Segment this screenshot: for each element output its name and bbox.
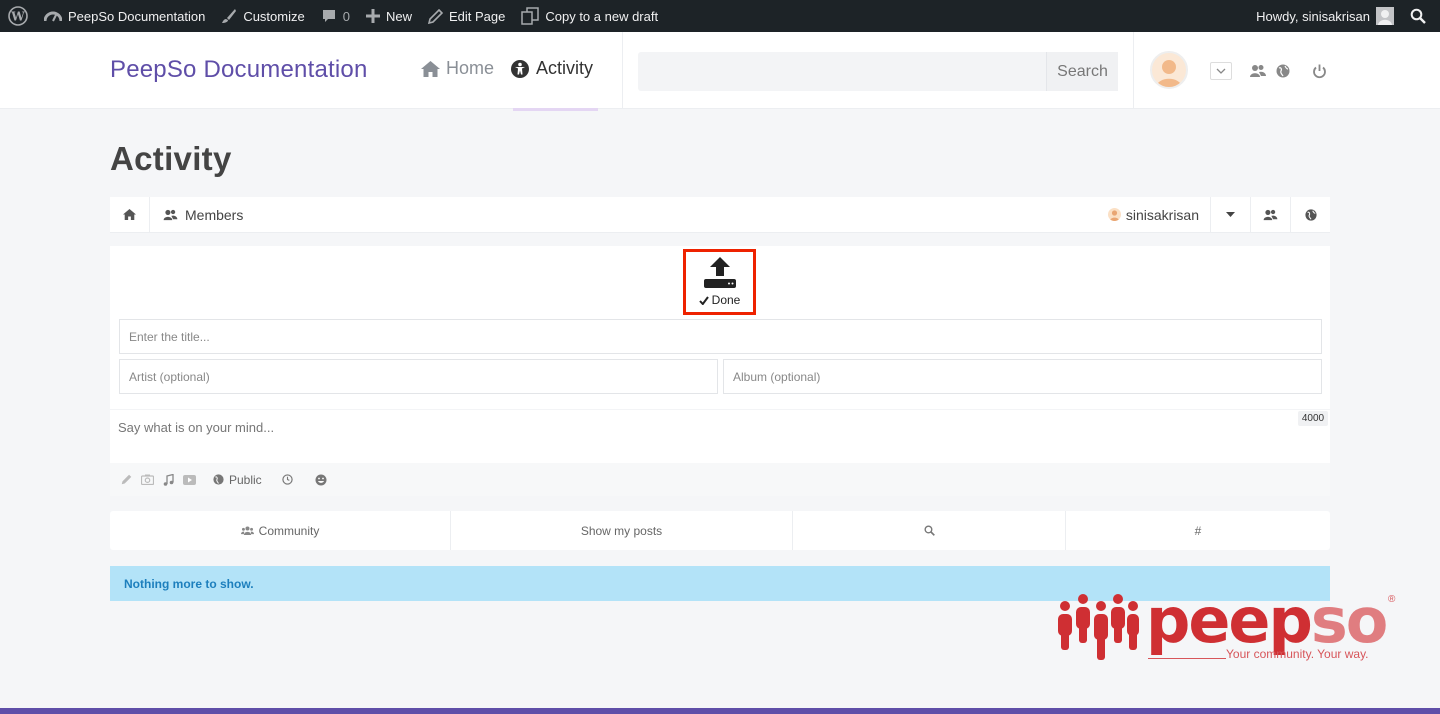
search-input[interactable] [638, 52, 1046, 91]
admin-copy-draft-link[interactable]: Copy to a new draft [513, 0, 666, 32]
search-box: Search [638, 52, 1118, 91]
privacy-selector[interactable]: Public [213, 473, 262, 487]
members-icon [163, 209, 178, 220]
artist-input[interactable] [119, 359, 718, 394]
upload-done-status: Done [698, 293, 741, 307]
footer-bar [0, 708, 1440, 714]
admin-edit-page-link[interactable]: Edit Page [420, 0, 513, 32]
registered-mark: ® [1388, 594, 1396, 605]
globe-icon [213, 474, 224, 485]
ps-nav-profile[interactable]: sinisakrisan [1107, 197, 1210, 233]
admin-copy-draft-label: Copy to a new draft [545, 8, 659, 24]
filter-community-label: Community [258, 523, 320, 538]
search-button[interactable]: Search [1046, 52, 1118, 91]
search-icon [923, 525, 935, 536]
admin-search-icon[interactable] [1402, 0, 1440, 32]
privacy-label: Public [229, 472, 262, 487]
logo-rule [1148, 658, 1226, 659]
postbox-toolbar: Public [110, 463, 1330, 496]
svg-text:W: W [10, 10, 25, 24]
chevron-down-icon [1216, 68, 1226, 74]
ps-nav-dropdown[interactable] [1210, 196, 1250, 233]
filter-community[interactable]: Community [110, 511, 451, 550]
user-menu-dropdown[interactable] [1210, 62, 1232, 80]
admin-site-name-link[interactable]: PeepSo Documentation [36, 0, 213, 32]
admin-account-menu[interactable]: Howdy, sinisakrisan [1248, 0, 1402, 32]
upload-done-label: Done [711, 293, 741, 307]
nav-activity-label: Activity [536, 58, 594, 78]
pencil-icon [427, 8, 443, 24]
admin-howdy-label: Howdy, sinisakrisan [1256, 8, 1370, 24]
admin-site-name: PeepSo Documentation [68, 8, 206, 24]
ps-nav-username: sinisakrisan [1125, 206, 1199, 223]
friends-icon [1263, 209, 1278, 220]
site-header: PeepSo Documentation Home Activity Searc… [0, 32, 1440, 111]
music-icon[interactable] [161, 473, 175, 487]
admin-bar: W PeepSo Documentation Customize 0 New E… [0, 0, 1440, 32]
power-icon[interactable] [1310, 62, 1328, 80]
upload-icon [703, 257, 736, 288]
filter-show-my-posts-label: Show my posts [580, 523, 663, 538]
camera-icon[interactable] [140, 473, 154, 487]
copy-icon [521, 7, 540, 25]
char-counter: 4000 [1298, 411, 1328, 426]
ps-nav-friends[interactable] [1250, 196, 1290, 233]
admin-avatar [1376, 7, 1394, 25]
filter-show-my-posts[interactable]: Show my posts [451, 511, 793, 550]
peepso-people-logo-icon [1058, 594, 1139, 660]
nav-activity[interactable]: Activity [510, 58, 593, 79]
clock-icon[interactable] [281, 473, 295, 487]
ps-nav-notifications[interactable] [1290, 196, 1330, 233]
ps-nav-members[interactable]: Members [150, 197, 243, 233]
postbox: Done Say what is on your mind... 4000 Pu… [110, 246, 1330, 496]
emoji-icon[interactable] [314, 473, 328, 487]
filter-search[interactable] [793, 511, 1066, 550]
plus-icon [365, 9, 380, 23]
user-avatar[interactable] [1150, 51, 1188, 89]
globe-icon[interactable] [1274, 62, 1292, 80]
filter-hashtag-label: # [1194, 523, 1202, 538]
logo-tagline: Your community. Your way. [1226, 647, 1369, 661]
stream-filters: Community Show my posts # [110, 511, 1330, 550]
filter-hashtag[interactable]: # [1066, 511, 1330, 550]
dashboard-icon [44, 11, 62, 22]
page-title: Activity [110, 140, 232, 177]
postbox-divider [110, 409, 1330, 410]
home-icon [123, 209, 136, 220]
admin-comments-link[interactable]: 0 [313, 0, 358, 32]
nav-home-label: Home [446, 58, 495, 78]
album-input[interactable] [723, 359, 1322, 394]
friends-icon[interactable] [1249, 62, 1267, 80]
brush-icon [222, 9, 237, 23]
status-pencil-icon[interactable] [119, 473, 133, 487]
title-input[interactable] [119, 319, 1322, 354]
audio-upload-area[interactable]: Done [683, 249, 756, 315]
mini-avatar [1107, 208, 1121, 221]
home-icon [421, 60, 440, 77]
peepso-logo: peepso ® Your community. Your way. [1056, 584, 1401, 665]
post-textarea[interactable]: Say what is on your mind... [118, 420, 274, 435]
nav-home[interactable]: Home [421, 58, 494, 79]
check-icon [698, 295, 709, 305]
ps-nav-members-label: Members [185, 206, 244, 223]
comment-icon [322, 10, 335, 22]
community-icon [240, 526, 254, 535]
admin-customize-link[interactable]: Customize [213, 0, 312, 32]
site-title[interactable]: PeepSo Documentation [110, 56, 368, 84]
wordpress-logo-icon[interactable]: W [0, 0, 36, 32]
active-nav-underline [513, 108, 598, 111]
caret-down-icon [1226, 212, 1235, 217]
admin-new-link[interactable]: New [358, 0, 420, 32]
globe-icon [1304, 208, 1317, 221]
header-divider [622, 32, 623, 109]
peepso-navbar: Members sinisakrisan [110, 196, 1330, 233]
ps-nav-home[interactable] [110, 196, 150, 233]
header-divider [1133, 32, 1134, 109]
video-icon[interactable] [182, 473, 196, 487]
admin-customize-label: Customize [243, 8, 305, 24]
activity-icon [511, 59, 529, 78]
admin-comments-count: 0 [342, 8, 350, 24]
admin-edit-page-label: Edit Page [448, 8, 506, 24]
admin-new-label: New [385, 8, 412, 24]
